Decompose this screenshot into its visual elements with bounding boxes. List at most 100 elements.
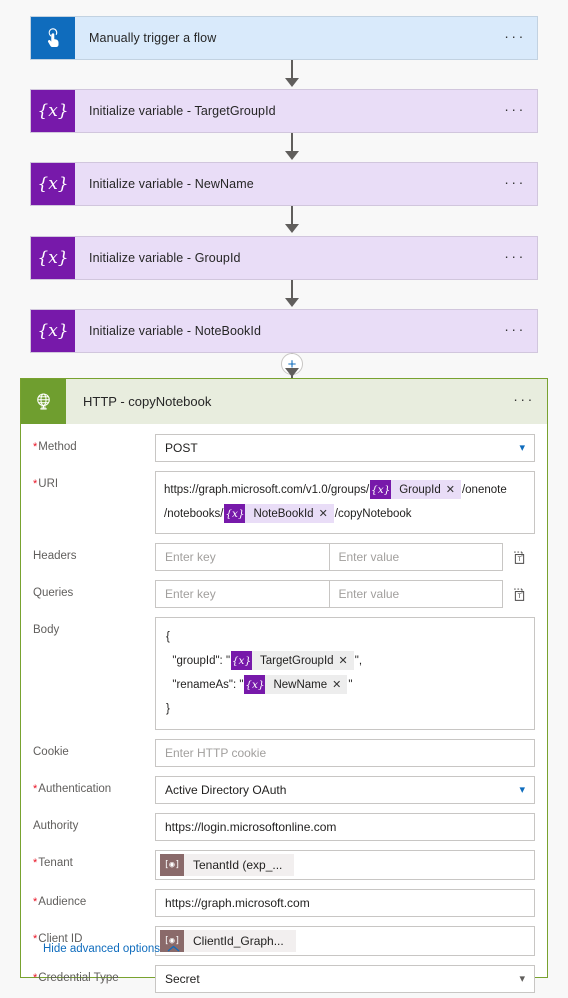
body-text-segment: "renameAs": " <box>166 679 244 691</box>
authentication-label: *Authentication <box>33 783 112 795</box>
method-select[interactable]: POST ▾ <box>155 434 535 462</box>
http-card-body: *Method POST ▾ *URI https://graph.micros… <box>21 424 547 998</box>
token-chip-tenantid[interactable]: [◉] TenantId (exp_... <box>160 854 295 876</box>
field-row-credential-type: *Credential Type Secret ▾ <box>33 965 535 993</box>
required-asterisk: * <box>33 478 38 490</box>
globe-http-icon <box>21 379 66 424</box>
field-row-method: *Method POST ▾ <box>33 434 535 462</box>
variable-braces-icon: {x} <box>31 310 75 352</box>
body-text-segment: " <box>348 679 353 691</box>
body-line: "groupId": " {x} TargetGroupId ✕ ", <box>166 649 526 673</box>
variable-braces-glyph: {x} <box>37 320 69 341</box>
flow-step-title: Manually trigger a flow <box>89 31 217 45</box>
headers-key-input[interactable]: Enter key <box>155 543 330 571</box>
tenant-label: *Tenant <box>33 857 73 869</box>
client-id-input[interactable]: [◉] ClientId_Graph... <box>155 926 535 956</box>
variable-braces-icon: {x} <box>244 675 266 695</box>
connector-arrow <box>285 78 299 87</box>
required-asterisk: * <box>33 783 38 795</box>
step-overflow-menu-button[interactable]: ··· <box>493 17 537 59</box>
queries-key-input[interactable]: Enter key <box>155 580 330 608</box>
body-line: "renameAs": " {x} NewName ✕ " <box>166 673 526 697</box>
field-row-headers: Headers Enter key Enter value T <box>33 543 535 571</box>
field-row-tenant: *Tenant [◉] TenantId (exp_... <box>33 850 535 880</box>
body-label: Body <box>33 624 60 636</box>
remove-token-icon[interactable]: ✕ <box>446 480 461 499</box>
headers-switch-to-text-mode-icon[interactable]: T <box>503 550 535 565</box>
touch-tap-icon <box>31 17 75 59</box>
body-line: } <box>166 703 170 715</box>
required-asterisk: * <box>33 972 38 984</box>
flow-step-manually-trigger-a-flow[interactable]: Manually trigger a flow ··· <box>30 16 538 60</box>
method-value: POST <box>165 441 198 455</box>
token-chip-groupid[interactable]: {x} GroupId ✕ <box>370 480 461 500</box>
authentication-select[interactable]: Active Directory OAuth ▾ <box>155 776 535 804</box>
credential-type-label: *Credential Type <box>33 972 119 984</box>
hide-advanced-options-link[interactable]: Hide advanced options <box>43 943 180 955</box>
flow-step-title: Initialize variable - NewName <box>89 177 254 191</box>
remove-token-icon[interactable]: ✕ <box>339 651 354 670</box>
flow-step-title: Initialize variable - GroupId <box>89 251 241 265</box>
uri-text-segment: /onenote <box>461 484 507 496</box>
connector-arrow <box>285 224 299 233</box>
remove-token-icon[interactable]: ✕ <box>319 504 334 523</box>
headers-value-input[interactable]: Enter value <box>329 543 503 571</box>
variable-braces-glyph: {x} <box>37 100 69 121</box>
audience-label: *Audience <box>33 896 87 908</box>
http-card-overflow-menu-button[interactable]: ··· <box>501 379 547 424</box>
body-line: { <box>166 631 170 643</box>
queries-switch-to-text-mode-icon[interactable]: T <box>503 587 535 602</box>
connector-line <box>291 280 293 300</box>
token-chip-clientid[interactable]: [◉] ClientId_Graph... <box>160 930 296 952</box>
flow-step-initialize-variable-targetgroupid[interactable]: {x} Initialize variable - TargetGroupId … <box>30 89 538 133</box>
body-input[interactable]: { "groupId": " {x} TargetGroupId ✕ ", "renam… <box>155 617 535 730</box>
flow-designer-canvas: Manually trigger a flow ··· {x} Initiali… <box>0 0 568 998</box>
hide-advanced-options-label: Hide advanced options <box>43 943 160 955</box>
credential-type-select[interactable]: Secret ▾ <box>155 965 535 993</box>
authority-label: Authority <box>33 820 79 832</box>
connector-arrow <box>285 298 299 307</box>
flow-step-initialize-variable-groupid[interactable]: {x} Initialize variable - GroupId ··· <box>30 236 538 280</box>
http-action-card: HTTP - copyNotebook ··· *Method POST ▾ *… <box>20 378 548 993</box>
token-label: TenantId (exp_... <box>193 858 283 872</box>
variable-braces-icon: {x} <box>31 90 75 132</box>
token-chip-targetgroupid[interactable]: {x} TargetGroupId ✕ <box>231 651 354 671</box>
required-asterisk: * <box>33 857 38 869</box>
flow-step-initialize-variable-notebookid[interactable]: {x} Initialize variable - NoteBookId ··· <box>30 309 538 353</box>
svg-text:T: T <box>517 556 521 563</box>
step-overflow-menu-button[interactable]: ··· <box>493 310 537 352</box>
field-row-queries: Queries Enter key Enter value T <box>33 580 535 608</box>
http-card-title: HTTP - copyNotebook <box>83 394 212 409</box>
tenant-input[interactable]: [◉] TenantId (exp_... <box>155 850 535 880</box>
variable-braces-glyph: {x} <box>37 247 69 268</box>
uri-text-segment: https://graph.microsoft.com/v1.0/groups/ <box>164 484 370 496</box>
required-asterisk: * <box>33 441 38 453</box>
connector-line <box>291 60 293 80</box>
uri-input[interactable]: https://graph.microsoft.com/v1.0/groups/… <box>155 471 535 534</box>
variable-braces-icon: {x} <box>231 651 253 671</box>
field-row-uri: *URI https://graph.microsoft.com/v1.0/gr… <box>33 471 535 534</box>
variable-braces-icon: {x} <box>224 504 246 524</box>
headers-label: Headers <box>33 550 77 562</box>
chevron-down-icon: ▾ <box>519 972 525 985</box>
field-row-body: Body { "groupId": " {x} TargetGroupId ✕ ", "… <box>33 617 535 730</box>
step-overflow-menu-button[interactable]: ··· <box>493 90 537 132</box>
chevron-down-icon: ▾ <box>519 783 525 796</box>
flow-step-title: Initialize variable - TargetGroupId <box>89 104 276 118</box>
token-chip-newname[interactable]: {x} NewName ✕ <box>244 675 348 695</box>
cookie-input[interactable]: Enter HTTP cookie <box>155 739 535 767</box>
secure-variable-icon: [◉] <box>160 854 184 876</box>
remove-token-icon[interactable]: ✕ <box>332 675 347 694</box>
field-row-authority: Authority https://login.microsoftonline.… <box>33 813 535 841</box>
http-card-header[interactable]: HTTP - copyNotebook ··· <box>21 379 547 424</box>
connector-arrow <box>285 151 299 160</box>
step-overflow-menu-button[interactable]: ··· <box>493 237 537 279</box>
queries-value-input[interactable]: Enter value <box>329 580 503 608</box>
audience-input[interactable]: https://graph.microsoft.com <box>155 889 535 917</box>
token-label: GroupId <box>399 483 441 496</box>
cookie-label: Cookie <box>33 746 69 758</box>
step-overflow-menu-button[interactable]: ··· <box>493 163 537 205</box>
flow-step-initialize-variable-newname[interactable]: {x} Initialize variable - NewName ··· <box>30 162 538 206</box>
authority-input[interactable]: https://login.microsoftonline.com <box>155 813 535 841</box>
token-chip-notebookid[interactable]: {x} NoteBookId ✕ <box>224 504 334 524</box>
